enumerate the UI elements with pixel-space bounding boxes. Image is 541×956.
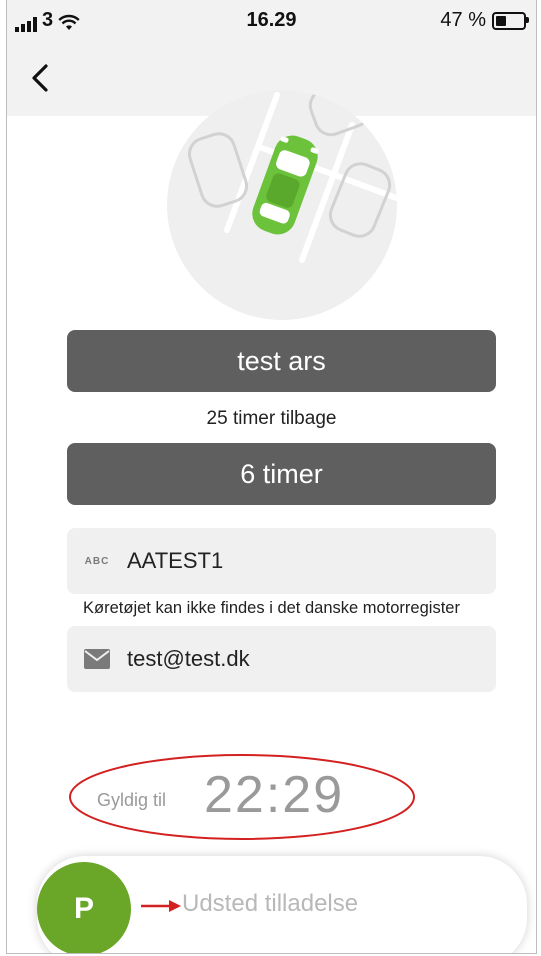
- vehicle-not-found-note: Køretøjet kan ikke findes i det danske m…: [83, 599, 460, 617]
- battery-fill: [496, 15, 507, 26]
- highlight-ellipse: [69, 754, 415, 840]
- remaining-hours-text: 25 timer tilbage: [206, 408, 337, 429]
- license-plate-field[interactable]: ABC AATEST1: [67, 528, 496, 594]
- license-plate-value: AATEST1: [127, 548, 224, 573]
- email-field[interactable]: test@test.dk: [67, 626, 496, 692]
- back-button[interactable]: [23, 60, 59, 96]
- email-value: test@test.dk: [127, 646, 250, 671]
- duration-selector[interactable]: 6 timer: [67, 443, 496, 505]
- battery-icon: [492, 11, 529, 30]
- abc-icon: ABC: [84, 555, 110, 567]
- battery-indicator: 47 %: [440, 9, 529, 32]
- app-screen: 3 16.29 47 % test ars 25 timer tilbage 6…: [6, 0, 537, 954]
- status-bar: 3 16.29 47 %: [7, 0, 536, 40]
- validity-display: Gyldig til 22:29: [67, 750, 417, 845]
- battery-percent: 47 %: [440, 9, 486, 31]
- parking-name-button[interactable]: test ars: [67, 330, 496, 392]
- red-arrow-annotation: [141, 900, 181, 912]
- envelope-icon: [84, 649, 110, 669]
- issue-permit-button[interactable]: P: [37, 862, 131, 953]
- issue-permit-label[interactable]: Udsted tilladelse: [182, 890, 358, 918]
- parked-car-illustration: [167, 90, 397, 320]
